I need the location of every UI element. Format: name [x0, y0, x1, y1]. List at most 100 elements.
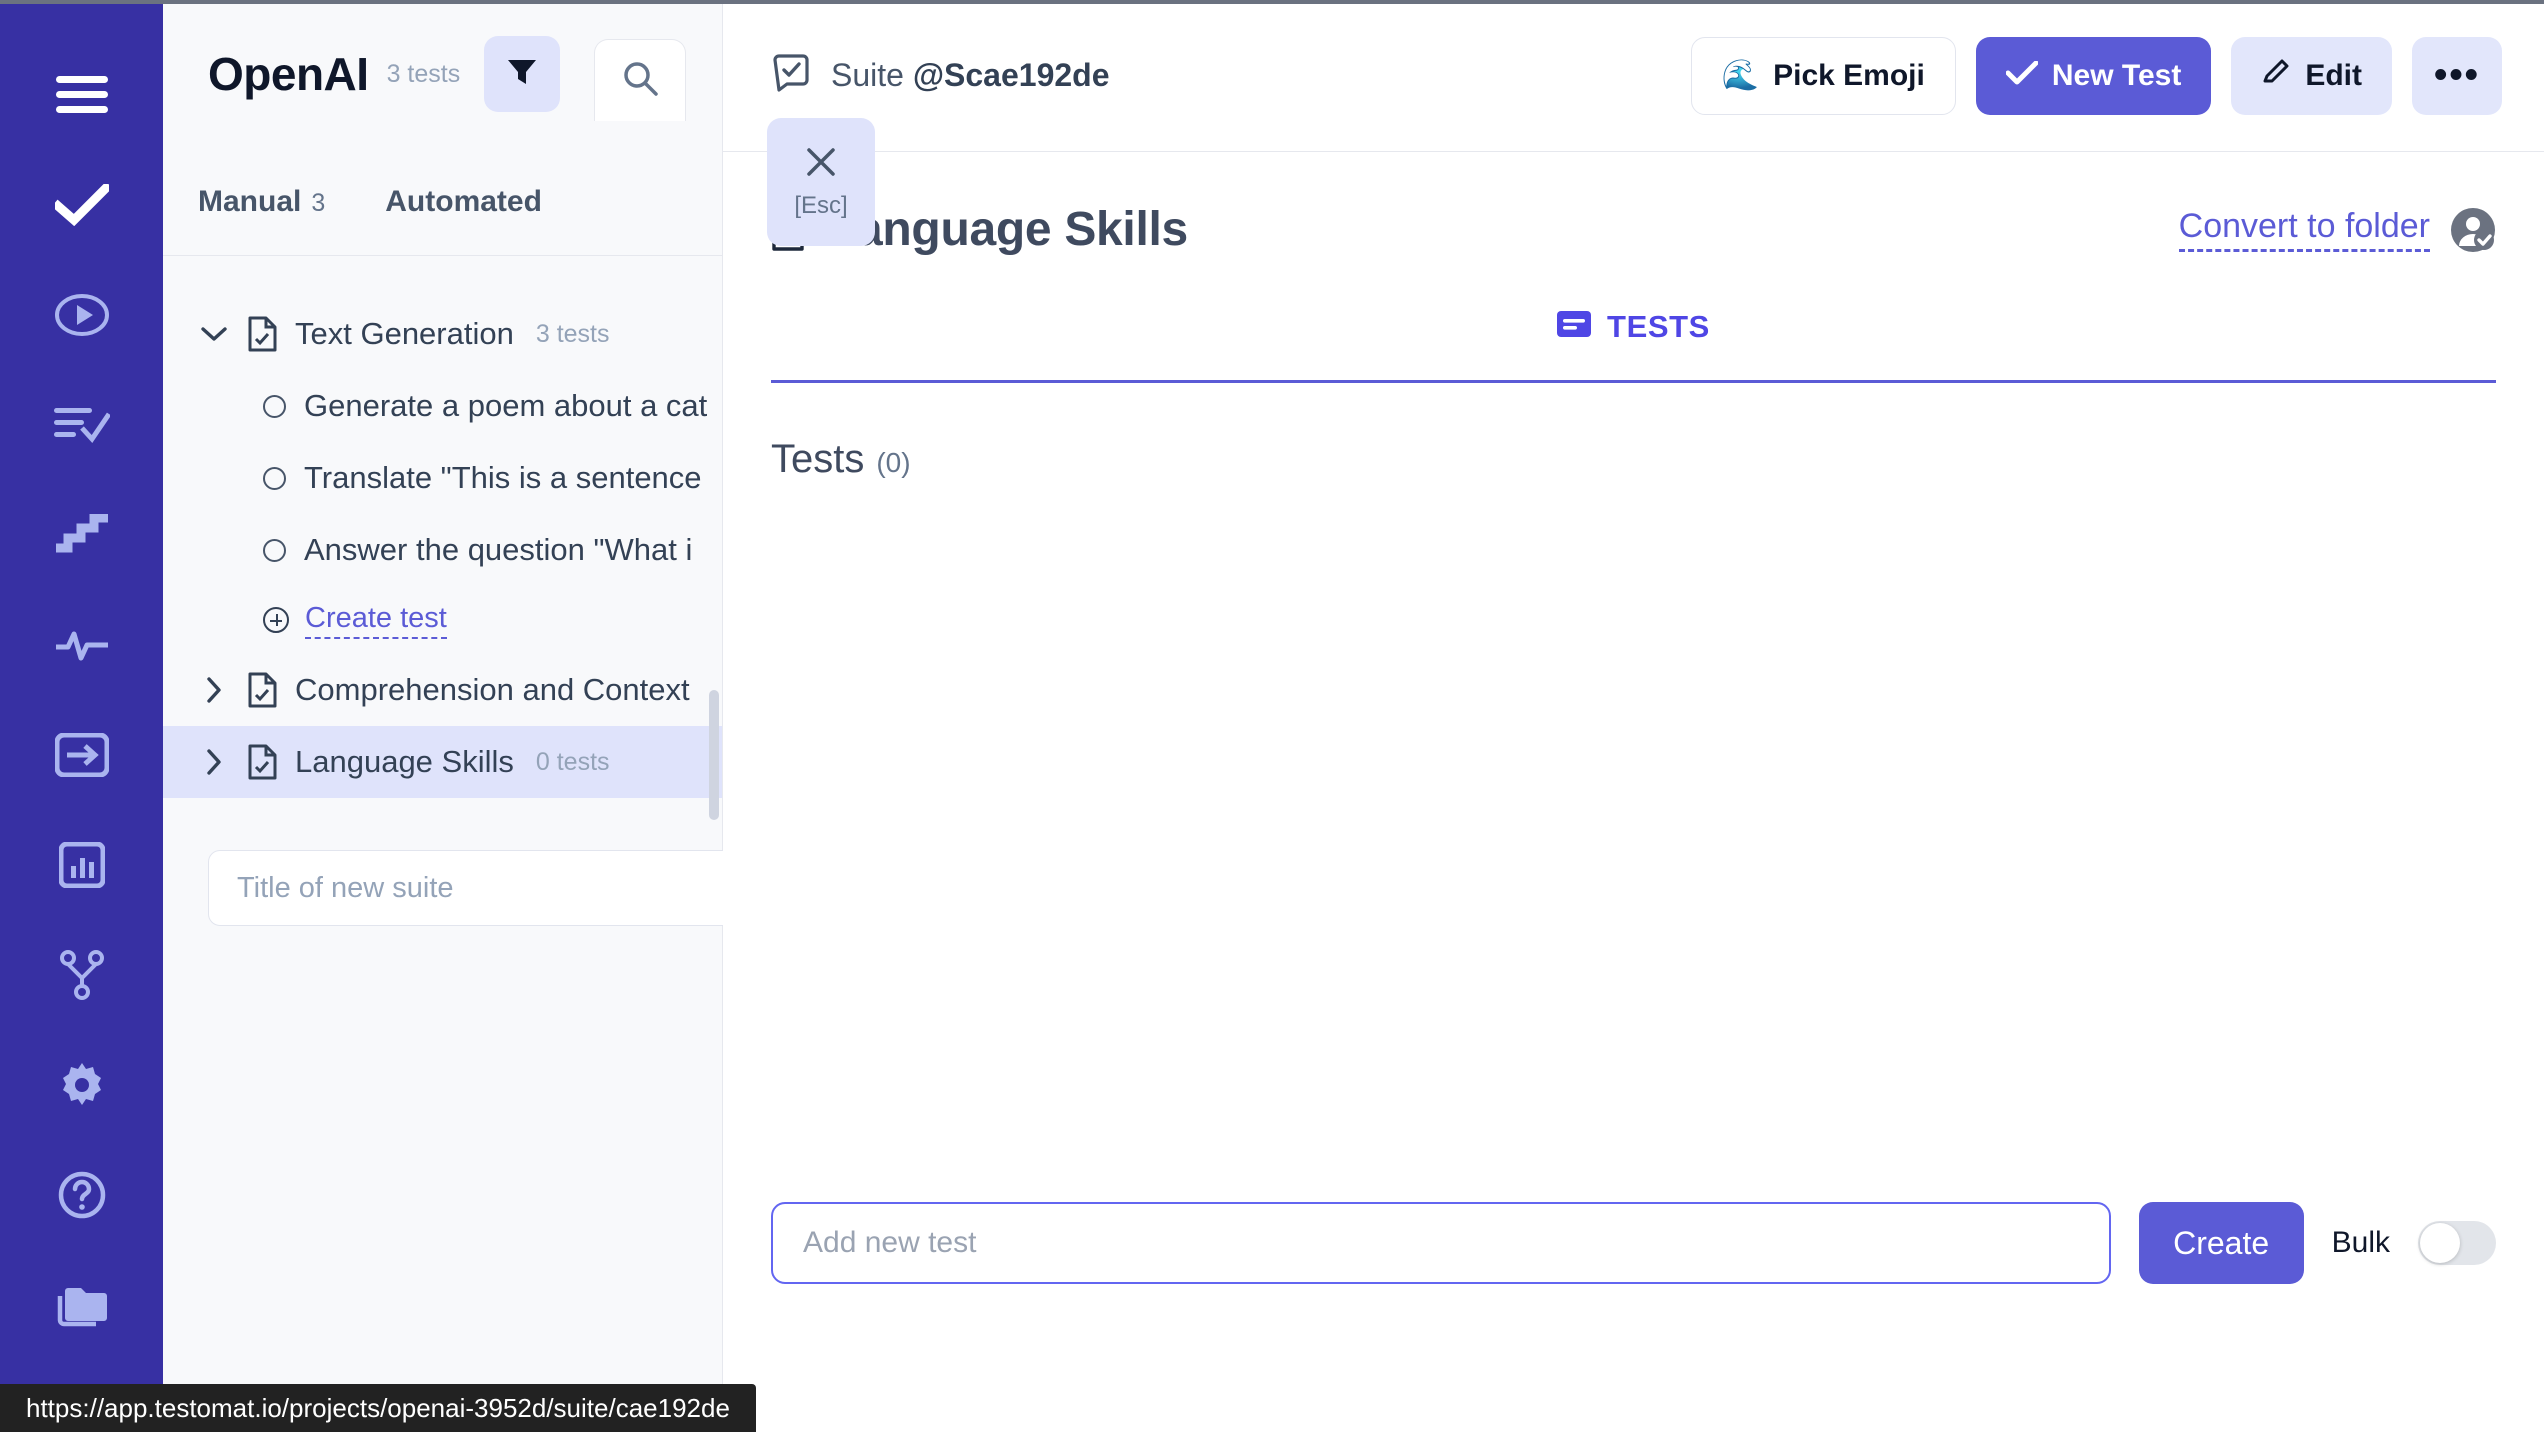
- sidebar-item-branches[interactable]: [0, 920, 163, 1030]
- tab-tests[interactable]: TESTS: [1557, 309, 1710, 361]
- breadcrumb[interactable]: Suite @Scae192de: [771, 53, 1110, 98]
- tree-test-item[interactable]: Translate "This is a sentence: [163, 442, 722, 514]
- breadcrumb-suite-id: @Scae192de: [913, 57, 1110, 93]
- tab-automated[interactable]: Automated: [385, 185, 542, 219]
- edit-button[interactable]: Edit: [2231, 37, 2392, 115]
- question-circle-icon: [58, 1171, 106, 1219]
- sidebar-item-projects[interactable]: [0, 1250, 163, 1360]
- sidebar-item-tests[interactable]: [0, 150, 163, 260]
- chevron-right-icon[interactable]: [199, 749, 229, 775]
- chevron-down-icon[interactable]: [199, 326, 229, 342]
- new-test-button[interactable]: New Test: [1976, 37, 2211, 115]
- project-title: OpenAI: [208, 47, 369, 101]
- sidebar-item-runs[interactable]: [0, 260, 163, 370]
- hamburger-menu-icon: [56, 76, 108, 114]
- tab-manual-count: 3: [311, 189, 325, 218]
- tree-scrollbar-thumb[interactable]: [709, 690, 719, 820]
- tree-folder-count: 3 tests: [536, 320, 610, 349]
- filter-button[interactable]: [484, 36, 560, 112]
- create-test-link[interactable]: Create test: [305, 602, 447, 639]
- project-test-count: 3 tests: [387, 60, 461, 89]
- login-arrow-icon: [55, 733, 109, 777]
- sidebar-item-plans[interactable]: [0, 370, 163, 480]
- branch-icon: [60, 950, 104, 1000]
- tree-test-label: Generate a poem about a cat: [304, 388, 707, 424]
- main-tab-bar: TESTS: [771, 309, 2496, 383]
- escape-hint-label: [Esc]: [794, 192, 847, 220]
- pulse-icon: [54, 628, 110, 662]
- tree-test-item[interactable]: Generate a poem about a cat: [163, 370, 722, 442]
- stairs-icon: [56, 514, 108, 556]
- sidebar-item-reports[interactable]: [0, 810, 163, 920]
- status-circle-icon: [263, 539, 286, 562]
- chevron-right-icon[interactable]: [199, 677, 229, 703]
- suite-tree: Text Generation 3 tests Generate a poem …: [163, 256, 722, 798]
- new-test-label: New Test: [2052, 59, 2181, 93]
- suite-panel-header: OpenAI 3 tests: [163, 0, 722, 148]
- tree-folder-label: Comprehension and Context: [295, 672, 690, 708]
- suite-check-icon: [771, 53, 811, 98]
- tree-test-label: Answer the question "What i: [304, 532, 692, 568]
- main-content: Suite @Scae192de 🌊 Pick Emoji New Test: [723, 0, 2544, 1432]
- user-check-avatar-icon[interactable]: [2450, 207, 2496, 253]
- sidebar-item-settings[interactable]: [0, 1030, 163, 1140]
- tests-heading-label: Tests: [771, 437, 864, 482]
- tab-manual-label: Manual: [198, 185, 301, 219]
- window-top-border: [0, 0, 2544, 4]
- doc-check-icon: [245, 316, 279, 352]
- manual-automated-tabs: Manual 3 Automated: [163, 148, 722, 256]
- create-button[interactable]: Create: [2139, 1202, 2304, 1284]
- pick-emoji-button[interactable]: 🌊 Pick Emoji: [1691, 37, 1956, 115]
- folders-icon: [56, 1282, 108, 1328]
- more-options-button[interactable]: •••: [2412, 37, 2502, 115]
- app-root: OpenAI 3 tests: [0, 0, 2544, 1432]
- play-circle-icon: [54, 293, 110, 337]
- pick-emoji-label: Pick Emoji: [1773, 59, 1925, 93]
- tree-folder-text-generation[interactable]: Text Generation 3 tests: [163, 298, 722, 370]
- pencil-icon: [2261, 57, 2291, 95]
- doc-check-icon: [245, 672, 279, 708]
- status-circle-icon: [263, 395, 286, 418]
- sidebar-item-import[interactable]: [0, 700, 163, 810]
- doc-check-icon: [245, 744, 279, 780]
- edit-label: Edit: [2305, 59, 2362, 93]
- breadcrumb-text: Suite @Scae192de: [831, 57, 1110, 94]
- sidebar-item-help[interactable]: [0, 1140, 163, 1250]
- sidebar-rail: [0, 0, 163, 1432]
- bulk-toggle[interactable]: [2418, 1221, 2496, 1265]
- tree-test-label: Translate "This is a sentence: [304, 460, 702, 496]
- close-icon[interactable]: [804, 145, 838, 184]
- sidebar-item-steps[interactable]: [0, 480, 163, 590]
- tree-test-item[interactable]: Answer the question "What i: [163, 514, 722, 586]
- status-circle-icon: [263, 467, 286, 490]
- tree-folder-language-skills[interactable]: Language Skills 0 tests: [163, 726, 722, 798]
- plus-circle-icon: [263, 607, 289, 633]
- tree-folder-comprehension-and-context[interactable]: Comprehension and Context: [163, 654, 722, 726]
- card-icon: [1557, 309, 1591, 345]
- tab-manual[interactable]: Manual 3: [198, 185, 325, 219]
- search-escape-popup[interactable]: [Esc]: [767, 118, 875, 246]
- create-test-row[interactable]: Create test: [163, 586, 722, 654]
- wave-emoji-icon: 🌊: [1722, 58, 1759, 93]
- tree-folder-label: Text Generation: [295, 316, 514, 352]
- suite-tree-panel: OpenAI 3 tests: [163, 0, 723, 1432]
- page-title: Language Skills: [827, 202, 1188, 257]
- convert-to-folder-link[interactable]: Convert to folder: [2179, 207, 2430, 252]
- search-button[interactable]: [594, 39, 686, 121]
- bar-chart-icon: [59, 842, 105, 888]
- bulk-toggle-knob: [2420, 1223, 2460, 1263]
- tree-folder-label: Language Skills: [295, 744, 514, 780]
- sidebar-item-analytics[interactable]: [0, 590, 163, 700]
- add-new-test-input[interactable]: [771, 1202, 2111, 1284]
- page-title-row: Language Skills Convert to folder: [723, 152, 2544, 257]
- filter-icon: [505, 55, 539, 94]
- breadcrumb-prefix: Suite: [831, 57, 913, 93]
- sidebar-item-menu[interactable]: [0, 40, 163, 150]
- bulk-label: Bulk: [2332, 1226, 2390, 1260]
- tab-tests-label: TESTS: [1607, 309, 1710, 345]
- tests-heading-count: (0): [876, 447, 910, 479]
- list-check-icon: [54, 406, 110, 444]
- tests-section-heading: Tests (0): [723, 383, 2544, 482]
- new-suite-row: [163, 798, 722, 926]
- gear-icon: [58, 1061, 106, 1109]
